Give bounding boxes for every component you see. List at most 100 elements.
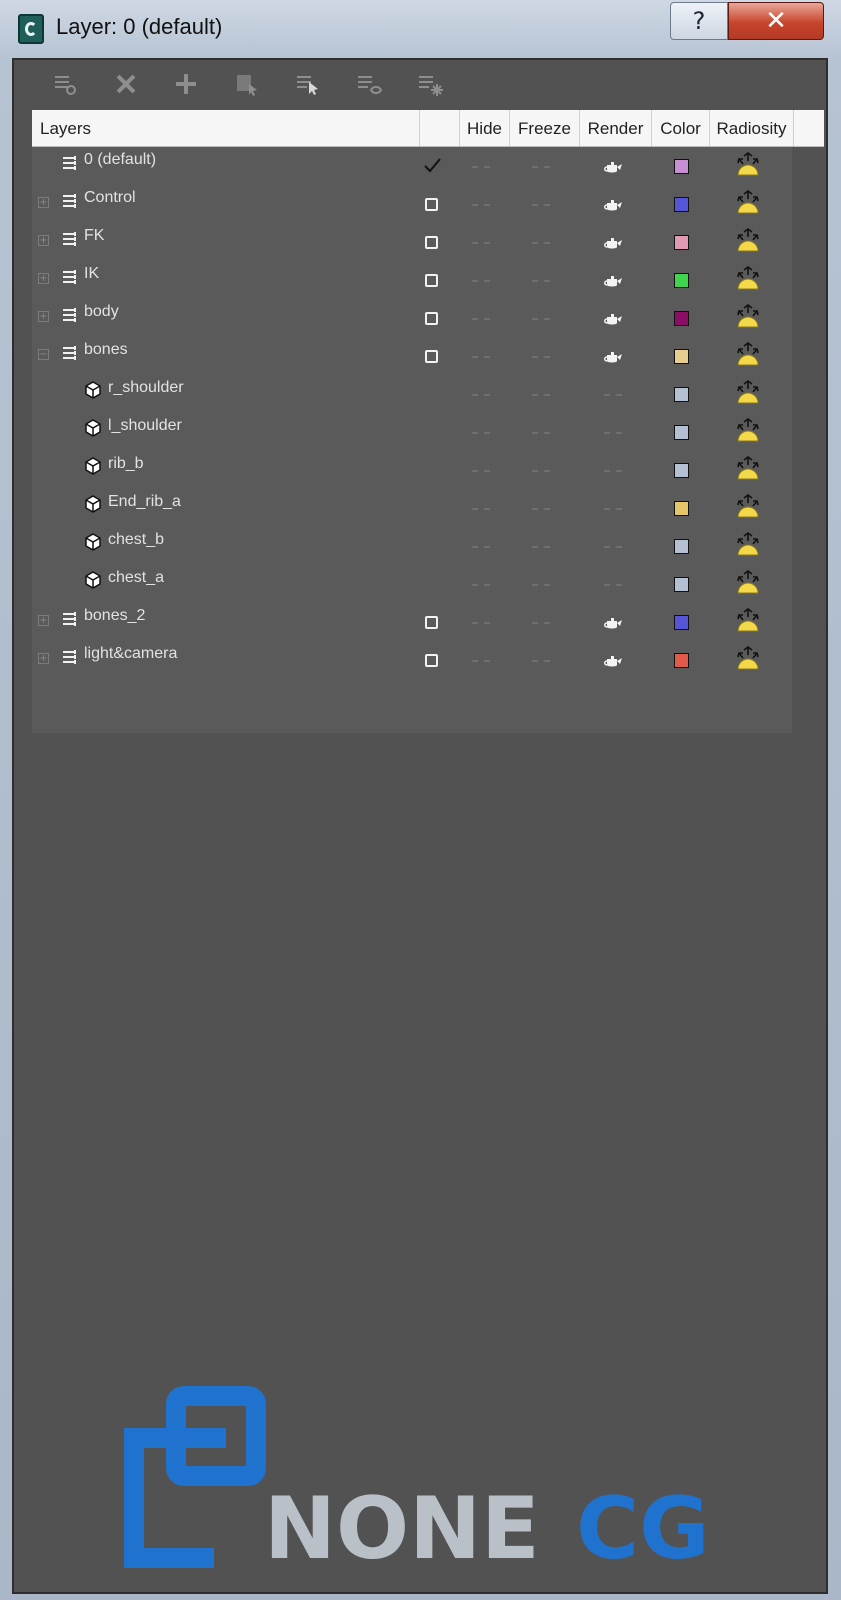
- render-teapot-icon[interactable]: [602, 311, 624, 327]
- delete-layer-button[interactable]: [111, 70, 141, 100]
- set-current-layer-checkbox[interactable]: [425, 198, 438, 211]
- layer-row[interactable]: + body: [32, 299, 792, 337]
- render-teapot-icon[interactable]: [602, 159, 624, 175]
- row-name[interactable]: End_rib_a: [108, 493, 181, 511]
- radiosity-sun-icon[interactable]: [734, 227, 762, 255]
- layer-row[interactable]: 0 (default): [32, 147, 792, 185]
- create-new-layer-button[interactable]: [50, 70, 80, 100]
- freeze-toggle[interactable]: [532, 546, 550, 548]
- radiosity-sun-icon[interactable]: [734, 151, 762, 179]
- layer-row[interactable]: + Control: [32, 185, 792, 223]
- row-name[interactable]: light&camera: [84, 645, 177, 663]
- set-current-layer-checkbox[interactable]: [425, 654, 438, 667]
- expand-icon[interactable]: +: [38, 235, 49, 246]
- object-row[interactable]: End_rib_a: [32, 489, 792, 527]
- radiosity-sun-icon[interactable]: [734, 493, 762, 521]
- radiosity-sun-icon[interactable]: [734, 189, 762, 217]
- hide-toggle[interactable]: [472, 660, 490, 662]
- row-name[interactable]: 0 (default): [84, 151, 156, 169]
- column-header-hide[interactable]: Hide: [460, 110, 510, 146]
- freeze-toggle[interactable]: [532, 470, 550, 472]
- render-toggle[interactable]: [604, 546, 622, 548]
- hide-toggle[interactable]: [472, 204, 490, 206]
- row-name[interactable]: IK: [84, 265, 99, 283]
- layer-row[interactable]: + FK: [32, 223, 792, 261]
- freeze-toggle[interactable]: [532, 318, 550, 320]
- set-current-layer-checkbox[interactable]: [425, 274, 438, 287]
- set-current-layer-checkbox[interactable]: [425, 616, 438, 629]
- column-header-freeze[interactable]: Freeze: [510, 110, 580, 146]
- color-swatch[interactable]: [674, 273, 689, 288]
- layer-row[interactable]: + IK: [32, 261, 792, 299]
- set-current-layer-checkbox[interactable]: [425, 312, 438, 325]
- row-name[interactable]: r_shoulder: [108, 379, 184, 397]
- color-swatch[interactable]: [674, 311, 689, 326]
- color-swatch[interactable]: [674, 501, 689, 516]
- radiosity-sun-icon[interactable]: [734, 455, 762, 483]
- row-name[interactable]: rib_b: [108, 455, 144, 473]
- color-swatch[interactable]: [674, 577, 689, 592]
- collapse-icon[interactable]: −: [38, 349, 49, 360]
- object-row[interactable]: l_shoulder: [32, 413, 792, 451]
- layer-row[interactable]: − bones: [32, 337, 792, 375]
- hide-toggle[interactable]: [472, 432, 490, 434]
- hide-toggle[interactable]: [472, 166, 490, 168]
- object-row[interactable]: rib_b: [32, 451, 792, 489]
- radiosity-sun-icon[interactable]: [734, 531, 762, 559]
- color-swatch[interactable]: [674, 463, 689, 478]
- render-teapot-icon[interactable]: [602, 273, 624, 289]
- row-name[interactable]: l_shoulder: [108, 417, 182, 435]
- freeze-toggle[interactable]: [532, 508, 550, 510]
- freeze-toggle[interactable]: [532, 166, 550, 168]
- freeze-toggle[interactable]: [532, 242, 550, 244]
- freeze-toggle[interactable]: [532, 622, 550, 624]
- radiosity-sun-icon[interactable]: [734, 607, 762, 635]
- radiosity-sun-icon[interactable]: [734, 645, 762, 673]
- hide-toggle[interactable]: [472, 622, 490, 624]
- freeze-toggle[interactable]: [532, 584, 550, 586]
- hide-toggle[interactable]: [472, 584, 490, 586]
- expand-icon[interactable]: +: [38, 311, 49, 322]
- row-name[interactable]: bones: [84, 341, 128, 359]
- render-toggle[interactable]: [604, 508, 622, 510]
- row-name[interactable]: chest_a: [108, 569, 164, 587]
- hide-toggle[interactable]: [472, 508, 490, 510]
- color-swatch[interactable]: [674, 235, 689, 250]
- expand-icon[interactable]: +: [38, 273, 49, 284]
- layer-row[interactable]: + light&camera: [32, 641, 792, 679]
- freeze-unfreeze-all-button[interactable]: [415, 70, 445, 100]
- column-header-layers[interactable]: Layers: [32, 110, 420, 146]
- object-row[interactable]: r_shoulder: [32, 375, 792, 413]
- freeze-toggle[interactable]: [532, 432, 550, 434]
- row-name[interactable]: body: [84, 303, 119, 321]
- render-toggle[interactable]: [604, 432, 622, 434]
- add-to-layer-button[interactable]: [171, 70, 201, 100]
- render-toggle[interactable]: [604, 394, 622, 396]
- freeze-toggle[interactable]: [532, 204, 550, 206]
- title-bar[interactable]: Layer: 0 (default) ? ✕: [0, 0, 841, 56]
- row-name[interactable]: bones_2: [84, 607, 145, 625]
- render-teapot-icon[interactable]: [602, 615, 624, 631]
- render-teapot-icon[interactable]: [602, 349, 624, 365]
- hide-toggle[interactable]: [472, 318, 490, 320]
- row-name[interactable]: Control: [84, 189, 136, 207]
- color-swatch[interactable]: [674, 197, 689, 212]
- freeze-toggle[interactable]: [532, 356, 550, 358]
- row-name[interactable]: chest_b: [108, 531, 164, 549]
- hide-toggle[interactable]: [472, 546, 490, 548]
- radiosity-sun-icon[interactable]: [734, 341, 762, 369]
- column-header-current[interactable]: [420, 110, 460, 146]
- select-objects-in-layer-button[interactable]: [232, 70, 262, 100]
- expand-icon[interactable]: +: [38, 615, 49, 626]
- render-toggle[interactable]: [604, 584, 622, 586]
- hide-toggle[interactable]: [472, 242, 490, 244]
- freeze-toggle[interactable]: [532, 394, 550, 396]
- layer-row[interactable]: + bones_2: [32, 603, 792, 641]
- render-toggle[interactable]: [604, 470, 622, 472]
- hide-toggle[interactable]: [472, 356, 490, 358]
- expand-icon[interactable]: +: [38, 197, 49, 208]
- color-swatch[interactable]: [674, 387, 689, 402]
- object-row[interactable]: chest_a: [32, 565, 792, 603]
- expand-icon[interactable]: +: [38, 653, 49, 664]
- hide-toggle[interactable]: [472, 394, 490, 396]
